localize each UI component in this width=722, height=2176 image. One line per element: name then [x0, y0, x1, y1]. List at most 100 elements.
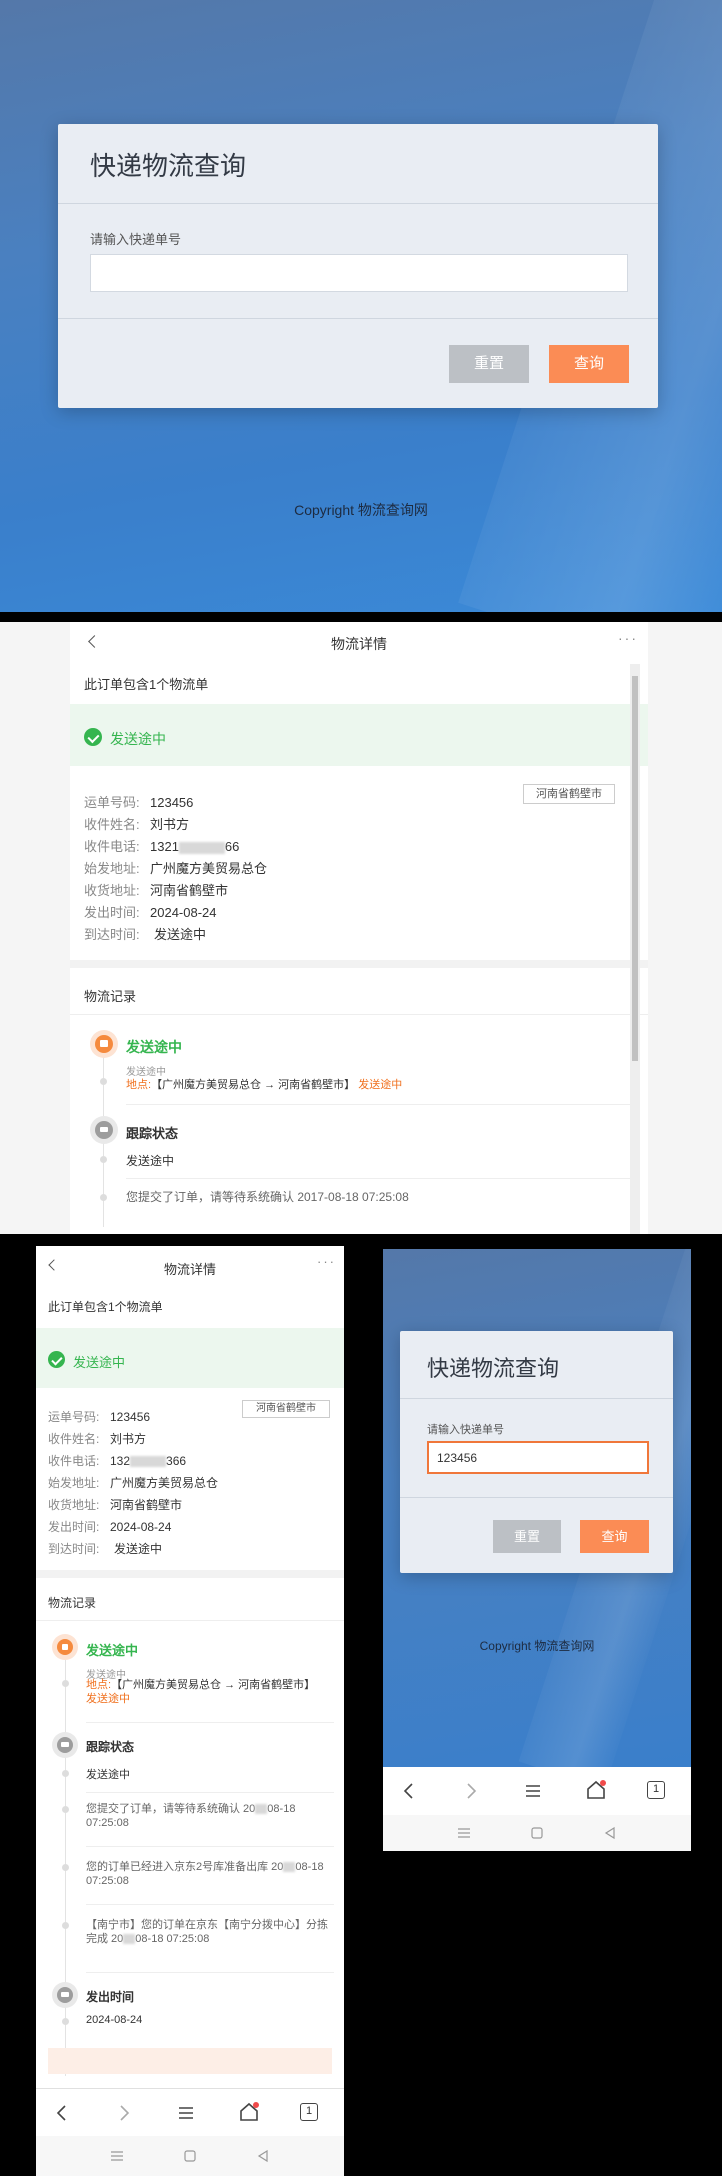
recent-apps-icon[interactable] [110, 2150, 124, 2162]
scrollbar-thumb[interactable] [632, 676, 638, 1061]
tabs-icon[interactable]: 1 [647, 1781, 665, 1799]
back-system-icon[interactable] [256, 2149, 270, 2163]
location-line: 地点:【广州魔方美贸易总仓 → 河南省鹤壁市】 发送途中 [86, 1679, 316, 1706]
browser-nav-bar: 1 [383, 1767, 691, 1815]
phone-query-frame: 快递物流查询 请输入快递单号 123456 重置 查询 Copyright 物流… [383, 1249, 691, 1851]
tracking-subtitle: 发送途中 [126, 1154, 175, 1168]
sending-title: 发送途中 [86, 1643, 139, 1658]
system-nav-bar [383, 1815, 691, 1851]
divider [86, 1722, 334, 1723]
tracking-subtitle: 发送途中 [86, 1769, 130, 1781]
divider [86, 1846, 334, 1847]
date-redaction [255, 1804, 268, 1815]
more-icon[interactable]: ··· [317, 1254, 336, 1269]
timeline-dot [62, 1922, 69, 1929]
field-name: 收件姓名: 刘书方 [84, 817, 190, 832]
field-sent-time: 发出时间: 2024-08-24 [84, 905, 217, 920]
order-info: 此订单包含1个物流单 [48, 1300, 163, 1314]
tracking-title: 跟踪状态 [86, 1740, 135, 1754]
records-title: 物流记录 [84, 989, 137, 1004]
divider [70, 1014, 648, 1015]
forward-arrow-icon[interactable] [114, 2103, 134, 2123]
back-arrow-icon[interactable] [399, 1781, 419, 1801]
divider [126, 1178, 638, 1179]
more-icon[interactable]: ··· [618, 630, 638, 646]
system-nav-bar [36, 2136, 344, 2176]
header-title: 物流详情 [331, 636, 387, 652]
home-icon[interactable] [238, 2101, 260, 2123]
truck-icon [90, 1116, 118, 1144]
home-system-icon[interactable] [183, 2149, 197, 2163]
detail-header: 物流详情 ··· [70, 622, 648, 662]
reset-button[interactable]: 重置 [493, 1520, 561, 1553]
home-system-icon[interactable] [530, 1826, 544, 1840]
home-icon[interactable] [585, 1779, 607, 1801]
detail-header: 物流详情 ··· [36, 1246, 344, 1286]
field-waybill: 运单号码: 123456 [48, 1410, 151, 1424]
tracking-number-value: 123456 [437, 1451, 478, 1465]
timeline-dot [62, 1680, 69, 1687]
tracking-number-label: 请输入快递单号 [90, 232, 182, 247]
field-waybill: 运单号码: 123456 [84, 795, 194, 810]
detail-page-wide-background: 物流详情 ··· 此订单包含1个物流单 发送途中 河南省鹤壁市 运单号码: 123… [0, 622, 722, 1234]
field-destination: 收货地址: 河南省鹤壁市 [84, 883, 229, 898]
query-card: 快递物流查询 请输入快递单号 123456 重置 查询 [400, 1331, 673, 1573]
timeline-entry-3: 【南宁市】您的订单在京东【南宁分拨中心】分拣 完成 20 08-18 07:25:0… [86, 1919, 328, 1946]
tracking-number-input[interactable] [90, 254, 628, 292]
forward-arrow-icon[interactable] [461, 1781, 481, 1801]
field-phone: 收件电话: 1321 66 [84, 839, 240, 854]
package-icon [52, 1634, 78, 1660]
card-header: 快递物流查询 [58, 124, 658, 204]
destination-tag: 河南省鹤壁市 [242, 1400, 330, 1418]
status-text: 发送途中 [110, 731, 166, 747]
status-text: 发送途中 [73, 1355, 126, 1370]
query-button[interactable]: 查询 [549, 345, 629, 383]
divider [36, 1620, 344, 1621]
recent-apps-icon[interactable] [457, 1827, 471, 1839]
copyright-text: Copyright 物流查询网 [479, 1639, 595, 1653]
tracking-number-input[interactable]: 123456 [427, 1441, 649, 1474]
header-title: 物流详情 [163, 1262, 216, 1277]
copyright-text: Copyright 物流查询网 [294, 502, 428, 518]
query-page: 快递物流查询 请输入快递单号 重置 查询 Copyright 物流查询网 [0, 0, 722, 612]
back-arrow-icon[interactable] [52, 2103, 72, 2123]
card-header: 快递物流查询 [400, 1331, 673, 1399]
field-sent-time: 发出时间: 2024-08-24 [48, 1520, 172, 1534]
field-phone: 收件电话: 132 366 [48, 1454, 187, 1468]
divider [126, 1104, 638, 1105]
truck-icon [52, 1732, 78, 1758]
reset-button[interactable]: 重置 [449, 345, 529, 383]
tracking-title: 跟踪状态 [126, 1126, 179, 1141]
back-system-icon[interactable] [603, 1826, 617, 1840]
destination-tag: 河南省鹤壁市 [523, 784, 615, 804]
timeline-dot [62, 1864, 69, 1871]
timeline-entry-2: 您的订单已经进入京东2号库准备出库 20 08-18 07:25:08 [86, 1861, 324, 1888]
records-title: 物流记录 [48, 1596, 97, 1610]
divider [86, 1972, 334, 1973]
query-card: 快递物流查询 请输入快递单号 重置 查询 [58, 124, 658, 408]
date-redaction [283, 1862, 296, 1873]
status-bar: 发送途中 [70, 704, 648, 766]
tracking-number-label: 请输入快递单号 [427, 1424, 504, 1436]
field-name: 收件姓名: 刘书方 [48, 1432, 147, 1446]
package-icon [90, 1030, 118, 1058]
location-line: 地点:【广州魔方美贸易总仓 → 河南省鹤壁市】 发送途中 [126, 1079, 403, 1091]
menu-icon[interactable] [523, 1781, 543, 1801]
section-separator [36, 1570, 344, 1578]
query-button[interactable]: 查询 [580, 1520, 649, 1553]
field-arrival-time: 到达时间: 发送途中 [48, 1542, 163, 1556]
detail-page-wide: 物流详情 ··· 此订单包含1个物流单 发送途中 河南省鹤壁市 运单号码: 123… [70, 622, 648, 1234]
timeline-entry-1: 您提交了订单，请等待系统确认 20 08-18 07:25:08 [86, 1803, 296, 1830]
person-icon [52, 1982, 78, 2008]
menu-icon[interactable] [176, 2103, 196, 2123]
sending-title: 发送途中 [126, 1039, 182, 1055]
timeline-dot [62, 1770, 69, 1777]
check-icon [48, 1351, 65, 1368]
timeline-dot [100, 1156, 107, 1163]
tabs-icon[interactable]: 1 [300, 2103, 318, 2121]
timeline-dot [62, 1806, 69, 1813]
scrollbar[interactable] [630, 664, 640, 1234]
timeline-line [65, 1646, 66, 2076]
highlight-bar [48, 2048, 332, 2074]
timeline-entry-1: 您提交了订单，请等待系统确认 2017-08-18 07:25:08 [126, 1190, 409, 1204]
